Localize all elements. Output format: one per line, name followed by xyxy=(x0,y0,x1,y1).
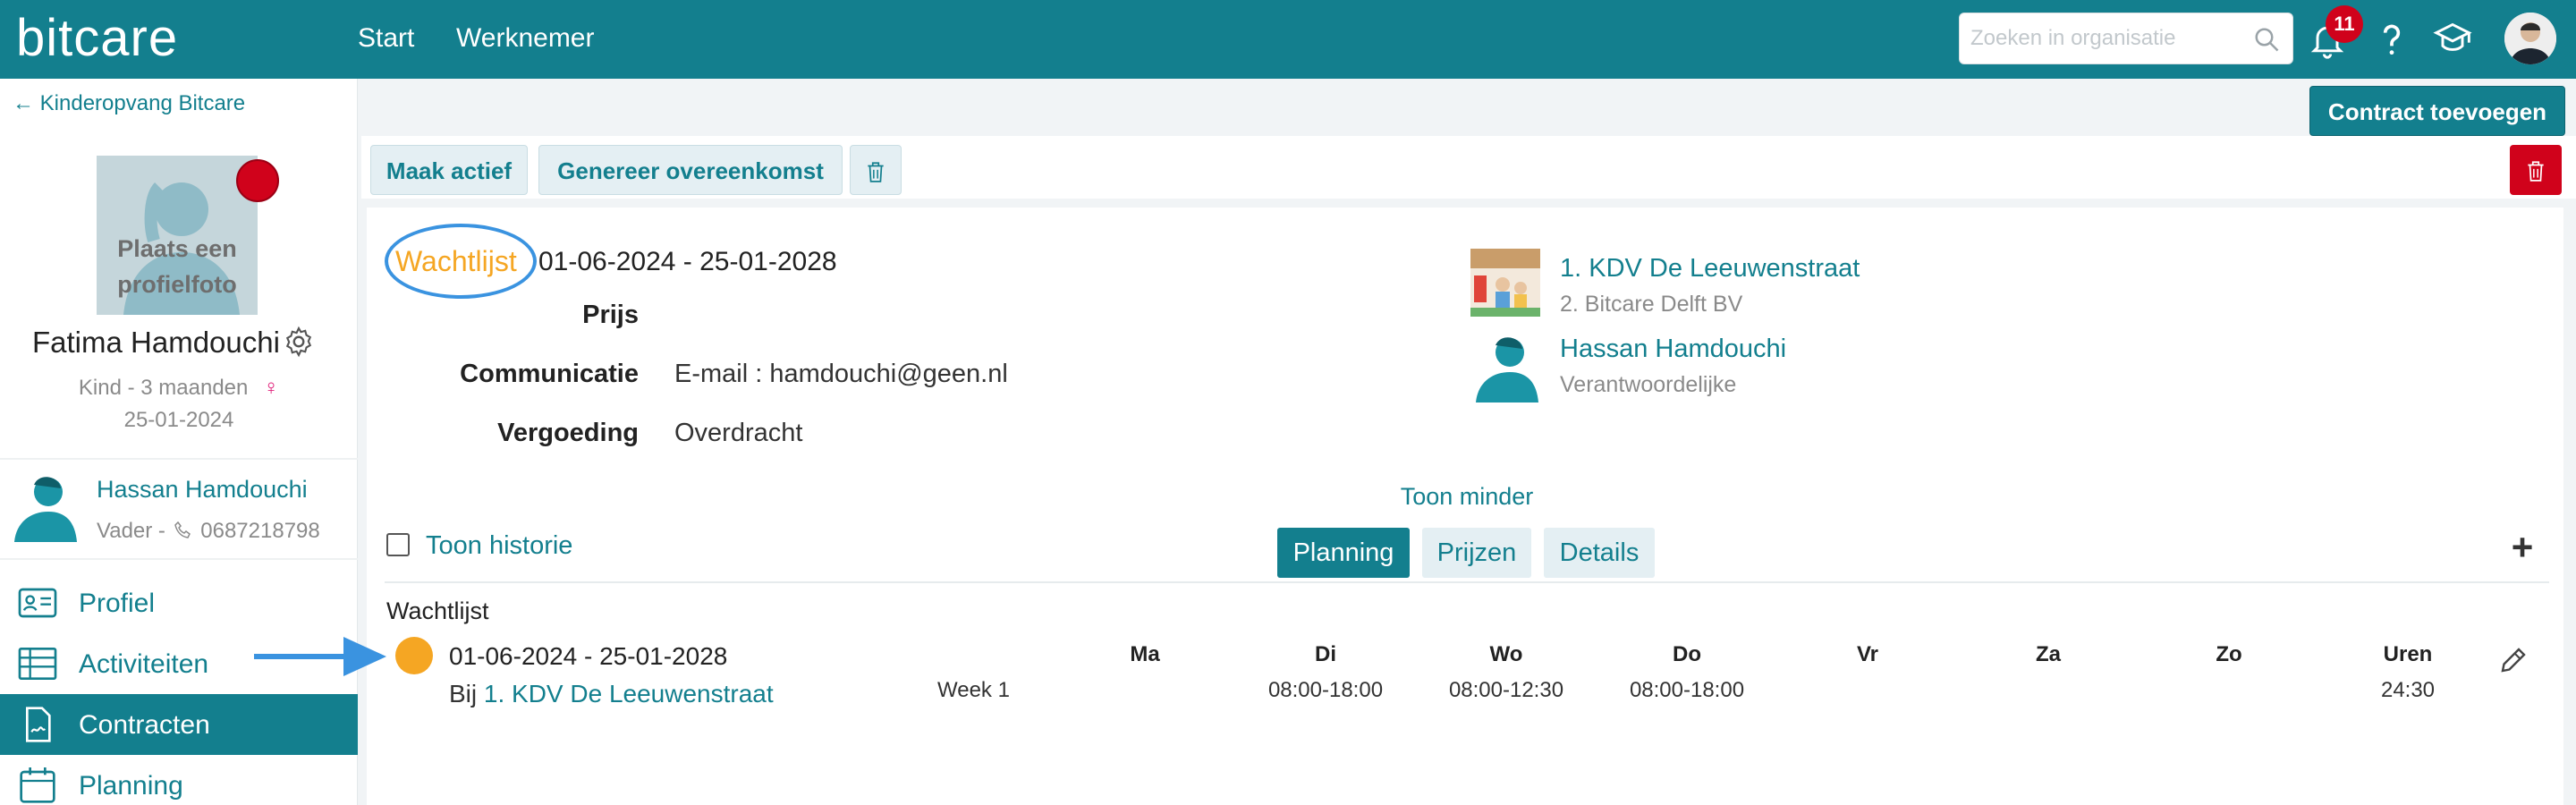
profile-photo-placeholder[interactable]: Plaats een profielfoto xyxy=(97,156,258,315)
divider xyxy=(0,558,358,560)
sidebar-item-label: Profiel xyxy=(79,589,156,618)
sidebar-item-planning[interactable]: Planning xyxy=(0,755,358,805)
status-dot xyxy=(236,159,279,202)
responsible-role: Verantwoordelijke xyxy=(1560,372,1737,397)
vergoeding-value: Overdracht xyxy=(674,419,803,447)
sidebar-item-label: Planning xyxy=(79,771,183,801)
sidebar-item-label: Activiteiten xyxy=(79,649,209,679)
child-meta: Kind - 3 maanden xyxy=(78,376,249,400)
delete-button[interactable] xyxy=(850,145,902,195)
sidebar: ← Kinderopvang Bitcare Plaats een profie… xyxy=(0,79,358,805)
day-header: Zo xyxy=(2216,642,2242,666)
phone-icon xyxy=(174,521,191,538)
table-icon xyxy=(18,648,57,680)
day-header: Vr xyxy=(1856,642,1879,666)
pencil-icon[interactable] xyxy=(2497,644,2529,676)
sidebar-item-profiel[interactable]: Profiel xyxy=(0,572,358,633)
user-avatar[interactable] xyxy=(2504,13,2556,64)
child-meta-row: Kind - 3 maanden ♀ xyxy=(0,376,358,401)
trash-icon xyxy=(868,162,884,182)
toon-minder-link[interactable]: Toon minder xyxy=(1360,483,1574,511)
hours-header: Uren xyxy=(2383,642,2433,666)
nav-werknemer[interactable]: Werknemer xyxy=(456,23,594,54)
photo-hint-line2: profielfoto xyxy=(117,271,237,298)
toon-historie-checkbox[interactable] xyxy=(386,533,410,556)
contract-add-button[interactable]: Contract toevoegen xyxy=(2309,86,2565,136)
child-name: Fatima Hamdouchi xyxy=(32,326,280,359)
day-time: 08:00-18:00 xyxy=(1629,678,1745,702)
arrow-pointer-icon xyxy=(254,637,386,676)
parent-avatar[interactable] xyxy=(11,469,77,542)
day-header: Di xyxy=(1315,642,1336,666)
gear-icon[interactable] xyxy=(283,326,315,358)
week-label: Week 1 xyxy=(937,678,1010,702)
prijs-label: Prijs xyxy=(582,301,639,329)
delete-contract-button[interactable] xyxy=(2510,145,2562,195)
divider xyxy=(0,458,358,460)
day-time: 08:00-18:00 xyxy=(1267,678,1384,702)
plus-icon[interactable]: + xyxy=(2504,528,2540,567)
sidebar-item-contracten[interactable]: Contracten xyxy=(0,694,358,755)
bitcare-logo[interactable]: bitcare xyxy=(16,7,178,70)
calendar-icon xyxy=(20,767,55,803)
row-location-link[interactable]: 1. KDV De Leeuwenstraat xyxy=(484,680,774,708)
row-location: Bij 1. KDV De Leeuwenstraat xyxy=(449,680,774,708)
day-header: Wo xyxy=(1489,642,1523,666)
divider xyxy=(385,581,2549,583)
trash-icon xyxy=(2528,161,2544,182)
search-input[interactable] xyxy=(1970,22,2239,55)
communicatie-label: Communicatie xyxy=(460,360,639,388)
toon-historie-label[interactable]: Toon historie xyxy=(426,531,572,561)
planning-section-title: Wachtlijst xyxy=(386,597,489,624)
sidebar-item-label: Contracten xyxy=(79,710,210,740)
location-org: 2. Bitcare Delft BV xyxy=(1560,292,1743,317)
location-thumbnail[interactable] xyxy=(1470,249,1540,317)
generate-agreement-button[interactable]: Genereer overeenkomst xyxy=(538,145,843,195)
tab-prijzen[interactable]: Prijzen xyxy=(1422,528,1531,578)
parent-phone[interactable]: 0687218798 xyxy=(200,519,319,543)
parent-role: Vader - xyxy=(97,519,165,543)
day-header: Do xyxy=(1673,642,1701,666)
day-time: 08:00-12:30 xyxy=(1448,678,1564,702)
parent-info: Vader - 0687218798 xyxy=(97,519,320,544)
notification-badge[interactable]: 11 xyxy=(2326,5,2363,43)
tab-planning[interactable]: Planning xyxy=(1277,528,1410,578)
contract-period: 01-06-2024 - 25-01-2028 xyxy=(538,247,837,276)
nav-start[interactable]: Start xyxy=(358,23,414,54)
day-header: Za xyxy=(2035,642,2061,666)
hours-total: 24:30 xyxy=(2380,678,2436,702)
day-header: Ma xyxy=(1130,642,1160,666)
contract-icon xyxy=(26,707,51,742)
row-bij: Bij xyxy=(449,680,478,708)
search-box[interactable] xyxy=(1959,13,2293,64)
tab-details[interactable]: Details xyxy=(1544,528,1655,578)
back-link-label: Kinderopvang Bitcare xyxy=(39,91,246,115)
back-link[interactable]: ← Kinderopvang Bitcare xyxy=(13,91,245,116)
status-label: Wachtlijst xyxy=(395,245,517,277)
top-bar: bitcare Start Werknemer 11 xyxy=(0,0,2576,79)
responsible-name[interactable]: Hassan Hamdouchi xyxy=(1560,335,1786,364)
location-link[interactable]: 1. KDV De Leeuwenstraat xyxy=(1560,254,1860,284)
responsible-avatar[interactable] xyxy=(1470,329,1540,402)
status-dot xyxy=(395,637,433,674)
graduation-icon[interactable] xyxy=(2433,20,2472,59)
id-card-icon xyxy=(18,588,57,618)
communicatie-value: E-mail : hamdouchi@geen.nl xyxy=(674,360,1008,388)
parent-name[interactable]: Hassan Hamdouchi xyxy=(97,476,308,504)
search-icon[interactable] xyxy=(2253,26,2280,53)
photo-hint-line1: Plaats een xyxy=(117,235,237,262)
arrow-left-icon: ← xyxy=(13,91,40,115)
make-active-button[interactable]: Maak actief xyxy=(370,145,528,195)
row-period: 01-06-2024 - 25-01-2028 xyxy=(449,642,728,670)
vergoeding-label: Vergoeding xyxy=(497,419,639,447)
child-date: 25-01-2024 xyxy=(123,408,234,432)
help-icon[interactable] xyxy=(2372,20,2411,59)
female-icon: ♀ xyxy=(263,376,280,400)
